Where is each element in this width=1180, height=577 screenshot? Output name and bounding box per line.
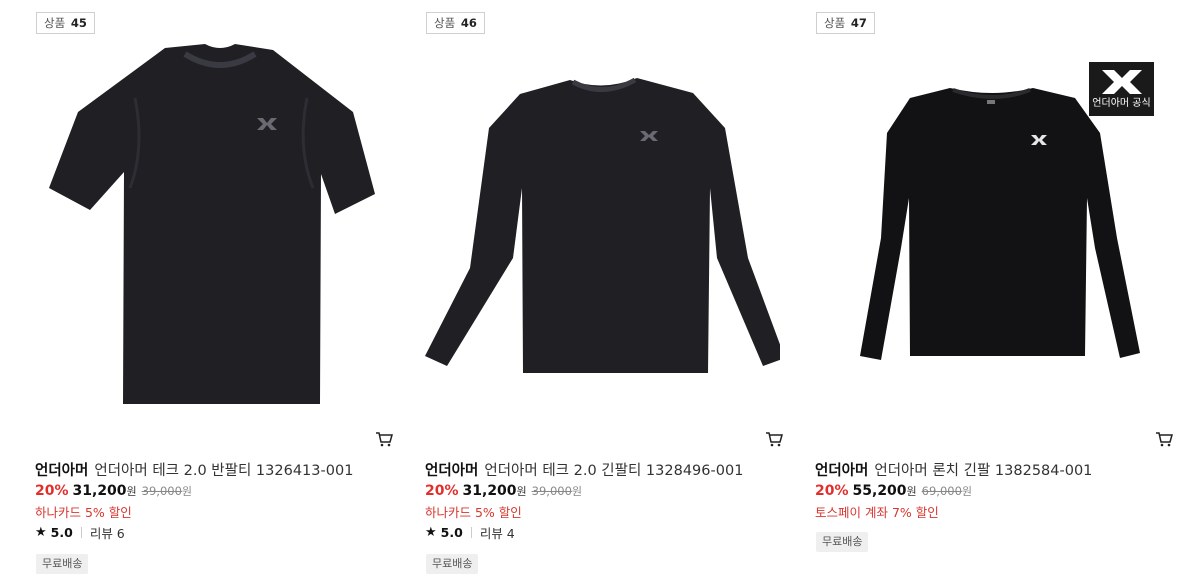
free-shipping-badge: 무료배송 xyxy=(426,554,479,574)
sale-price: 31,200 xyxy=(72,483,127,499)
brand-name: 언더아머 xyxy=(425,463,479,479)
cart-icon xyxy=(766,432,783,447)
cart-icon xyxy=(1156,432,1173,447)
rank-badge: 상품 46 xyxy=(426,12,485,34)
official-badge-label: 언더아머 공식 xyxy=(1092,98,1151,109)
free-shipping-badge: 무료배송 xyxy=(816,532,869,552)
review-count: 리뷰 4 xyxy=(479,526,515,541)
product-name: 언더아머 테크 2.0 긴팔티 1328496-001 xyxy=(484,463,744,479)
star-icon: ★ xyxy=(35,525,47,540)
under-armour-logo-icon xyxy=(1101,70,1142,94)
divider xyxy=(80,527,82,538)
product-name: 언더아머 테크 2.0 반팔티 1326413-001 xyxy=(94,463,354,479)
product-grid: 상품 45 언더아머 언더아머 테크 2.0 반팔티 1326413-001 20… xyxy=(0,0,1180,577)
original-price: 39,000 xyxy=(531,484,572,498)
discount-rate: 20% xyxy=(815,483,849,499)
cart-icon xyxy=(376,432,393,447)
product-title[interactable]: 언더아머 언더아머 테크 2.0 긴팔티 1328496-001 xyxy=(425,459,785,480)
price-row: 20% 55,200원 69,000원 xyxy=(815,483,973,499)
product-card[interactable]: 상품 45 언더아머 언더아머 테크 2.0 반팔티 1326413-001 20… xyxy=(35,0,393,577)
rank-badge: 상품 47 xyxy=(816,12,875,34)
brand-name: 언더아머 xyxy=(815,463,869,479)
free-shipping-badge: 무료배송 xyxy=(36,554,89,574)
original-price: 69,000 xyxy=(921,484,962,498)
add-to-cart-button[interactable] xyxy=(1155,431,1173,447)
discount-rate: 20% xyxy=(425,483,459,499)
product-card[interactable]: 상품 47 언더아머 공식 언더아머 언더아머 론치 긴팔 1382584-00… xyxy=(815,0,1173,577)
product-title[interactable]: 언더아머 언더아머 론치 긴팔 1382584-001 xyxy=(815,459,1175,480)
product-image[interactable] xyxy=(35,38,390,418)
card-promo: 하나카드 5% 할인 xyxy=(425,505,522,520)
rank-badge: 상품 45 xyxy=(36,12,95,34)
card-promo: 토스페이 계좌 7% 할인 xyxy=(815,505,939,520)
product-image[interactable] xyxy=(425,38,780,418)
sale-price: 31,200 xyxy=(462,483,517,499)
price-row: 20% 31,200원 39,000원 xyxy=(425,483,583,499)
discount-rate: 20% xyxy=(35,483,69,499)
price-row: 20% 31,200원 39,000원 xyxy=(35,483,193,499)
add-to-cart-button[interactable] xyxy=(765,431,783,447)
rating: 5.0 xyxy=(50,525,73,540)
star-icon: ★ xyxy=(425,525,437,540)
original-price: 39,000 xyxy=(141,484,182,498)
review-count: 리뷰 6 xyxy=(89,526,125,541)
official-store-badge: 언더아머 공식 xyxy=(1089,62,1154,116)
sale-price: 55,200 xyxy=(852,483,907,499)
review-row: ★ 5.0 리뷰 6 xyxy=(35,523,125,542)
product-title[interactable]: 언더아머 언더아머 테크 2.0 반팔티 1326413-001 xyxy=(35,459,395,480)
card-promo: 하나카드 5% 할인 xyxy=(35,505,132,520)
review-row: ★ 5.0 리뷰 4 xyxy=(425,523,515,542)
divider xyxy=(470,527,472,538)
rating: 5.0 xyxy=(440,525,463,540)
product-name: 언더아머 론치 긴팔 1382584-001 xyxy=(874,463,1093,479)
add-to-cart-button[interactable] xyxy=(375,431,393,447)
brand-name: 언더아머 xyxy=(35,463,89,479)
product-card[interactable]: 상품 46 언더아머 언더아머 테크 2.0 긴팔티 1328496-001 20… xyxy=(425,0,783,577)
